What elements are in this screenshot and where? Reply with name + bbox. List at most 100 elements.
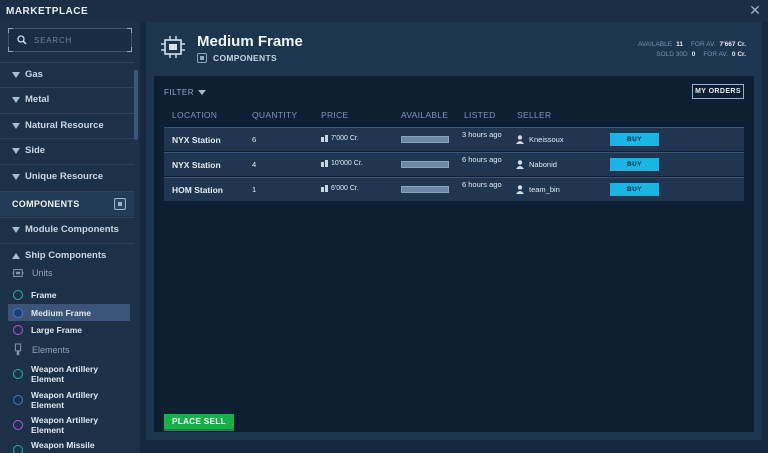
user-icon	[516, 185, 524, 194]
table-row[interactable]: HOM Station 1 6'000 Cr. 6 hours ago team…	[164, 177, 744, 201]
cell-listed: 6 hours ago	[462, 155, 502, 164]
sidebar-item-frame[interactable]: Frame	[8, 286, 130, 303]
chevron-down-icon	[197, 90, 206, 95]
item-label: Weapon Missile	[31, 440, 95, 450]
category-label: Gas	[25, 69, 43, 80]
tier-3-icon	[13, 324, 23, 335]
buy-button[interactable]: BUY	[610, 158, 659, 171]
tier-1-icon	[13, 289, 23, 300]
category-gas[interactable]: Gas	[0, 62, 134, 86]
category-label: Module Components	[25, 224, 119, 235]
chevron-down-icon	[12, 71, 20, 78]
subtitle-label: COMPONENTS	[213, 53, 277, 63]
table-row[interactable]: NYX Station 6 7'000 Cr. 3 hours ago Knei…	[164, 127, 744, 151]
sold-value: 0	[691, 51, 696, 58]
price-value: 10'000 Cr.	[331, 160, 363, 167]
sidebar-item-weapon-artillery-element[interactable]: Weapon Artillery Element	[8, 362, 130, 386]
column-quantity[interactable]: QUANTITY	[252, 110, 297, 120]
item-label: Frame	[31, 289, 57, 300]
filter-dropdown[interactable]: FILTER	[164, 88, 206, 97]
chevron-up-icon	[12, 252, 20, 259]
tier-3-icon	[13, 420, 23, 430]
chip-icon	[197, 53, 207, 63]
sidebar-item-large-frame[interactable]: Large Frame	[8, 321, 130, 338]
filter-label: FILTER	[164, 88, 194, 97]
window-title: MARKETPLACE	[6, 5, 89, 17]
category-module-components[interactable]: Module Components	[0, 217, 134, 241]
seller-name: Kneissoux	[529, 135, 564, 144]
category-label: Ship Components	[25, 250, 107, 261]
category-label: Metal	[25, 94, 50, 105]
search-input[interactable]: SEARCH	[34, 36, 72, 45]
availability-bar	[401, 186, 449, 193]
user-icon	[516, 135, 524, 144]
cell-location: HOM Station	[172, 185, 223, 195]
availability-bar	[401, 161, 449, 168]
sidebar-item-weapon-artillery-element[interactable]: Weapon Artillery Element	[8, 388, 130, 412]
orders-panel: FILTER MY ORDERS LOCATION QUANTITY PRICE…	[154, 76, 754, 432]
sidebar-item-weapon-missile[interactable]: Weapon Missile	[8, 438, 130, 453]
table-header: LOCATION QUANTITY PRICE AVAILABLE LISTED…	[164, 110, 744, 126]
cell-listed: 6 hours ago	[462, 180, 502, 189]
column-location[interactable]: LOCATION	[172, 110, 217, 120]
sidebar-scrollbar[interactable]	[134, 70, 138, 140]
chevron-down-icon	[12, 96, 20, 103]
item-label: Weapon Artillery Element	[31, 364, 99, 384]
category-side[interactable]: Side	[0, 138, 134, 162]
place-sell-button[interactable]: PLACE SELL	[164, 414, 234, 431]
category-metal[interactable]: Metal	[0, 87, 134, 111]
cell-price: 6'000 Cr.	[321, 185, 359, 192]
sidebar-item-medium-frame[interactable]: Medium Frame	[8, 304, 130, 321]
elements-label: Elements	[32, 345, 70, 355]
for-av-value: 0 Cr.	[731, 51, 746, 58]
unit-frame-icon	[12, 269, 24, 277]
category-label: Natural Resource	[25, 120, 104, 131]
close-icon[interactable]: ✕	[748, 3, 762, 17]
category-unique-resource[interactable]: Unique Resource	[0, 164, 134, 188]
search-icon	[17, 35, 27, 45]
price-value: 7'000 Cr.	[331, 135, 359, 142]
item-label: Large Frame	[31, 324, 83, 335]
seller-name: team_bin	[529, 185, 560, 194]
table-row[interactable]: NYX Station 4 10'000 Cr. 6 hours ago Nab…	[164, 152, 744, 176]
my-orders-button[interactable]: MY ORDERS	[692, 84, 744, 99]
category-natural-resource[interactable]: Natural Resource	[0, 113, 134, 137]
user-icon	[516, 160, 524, 169]
seller-name: Nabonid	[529, 160, 557, 169]
credits-icon	[321, 185, 328, 192]
cell-price: 7'000 Cr.	[321, 135, 359, 142]
item-label: Medium Frame	[31, 307, 91, 318]
title-bar: MARKETPLACE ✕	[0, 0, 768, 22]
tier-1-icon	[13, 445, 23, 453]
cell-quantity: 6	[252, 135, 257, 144]
cell-seller: Nabonid	[516, 160, 557, 169]
cell-price: 10'000 Cr.	[321, 160, 363, 167]
tier-2-icon	[13, 307, 23, 318]
element-icon	[14, 343, 22, 356]
chevron-down-icon	[12, 226, 20, 233]
cell-listed: 3 hours ago	[462, 130, 502, 139]
column-available[interactable]: AVAILABLE	[401, 110, 448, 120]
tier-1-icon	[13, 369, 23, 379]
category-ship-components[interactable]: Ship Components	[0, 243, 134, 267]
column-seller[interactable]: SELLER	[517, 110, 551, 120]
available-label: AVAILABLE	[637, 41, 673, 48]
cell-location: NYX Station	[172, 135, 221, 145]
cell-quantity: 1	[252, 185, 257, 194]
sold-label: SOLD 30D	[656, 51, 688, 58]
column-listed[interactable]: LISTED	[464, 110, 496, 120]
category-label: Side	[25, 145, 46, 156]
chevron-down-icon	[12, 147, 20, 154]
components-header[interactable]: COMPONENTS	[0, 191, 134, 216]
market-stats: AVAILABLE 11 FOR AV. 7'667 Cr. SOLD 30D …	[638, 40, 746, 60]
page-subtitle: COMPONENTS	[197, 53, 277, 63]
buy-button[interactable]: BUY	[610, 133, 659, 146]
buy-button[interactable]: BUY	[610, 183, 659, 196]
price-value: 6'000 Cr.	[331, 185, 359, 192]
components-label: COMPONENTS	[12, 199, 80, 209]
sidebar-item-weapon-artillery-element[interactable]: Weapon Artillery Element	[8, 413, 130, 437]
cell-quantity: 4	[252, 160, 257, 169]
search-box[interactable]: SEARCH	[8, 28, 132, 52]
for-av-label: FOR AV.	[690, 41, 716, 48]
column-price[interactable]: PRICE	[321, 110, 348, 120]
